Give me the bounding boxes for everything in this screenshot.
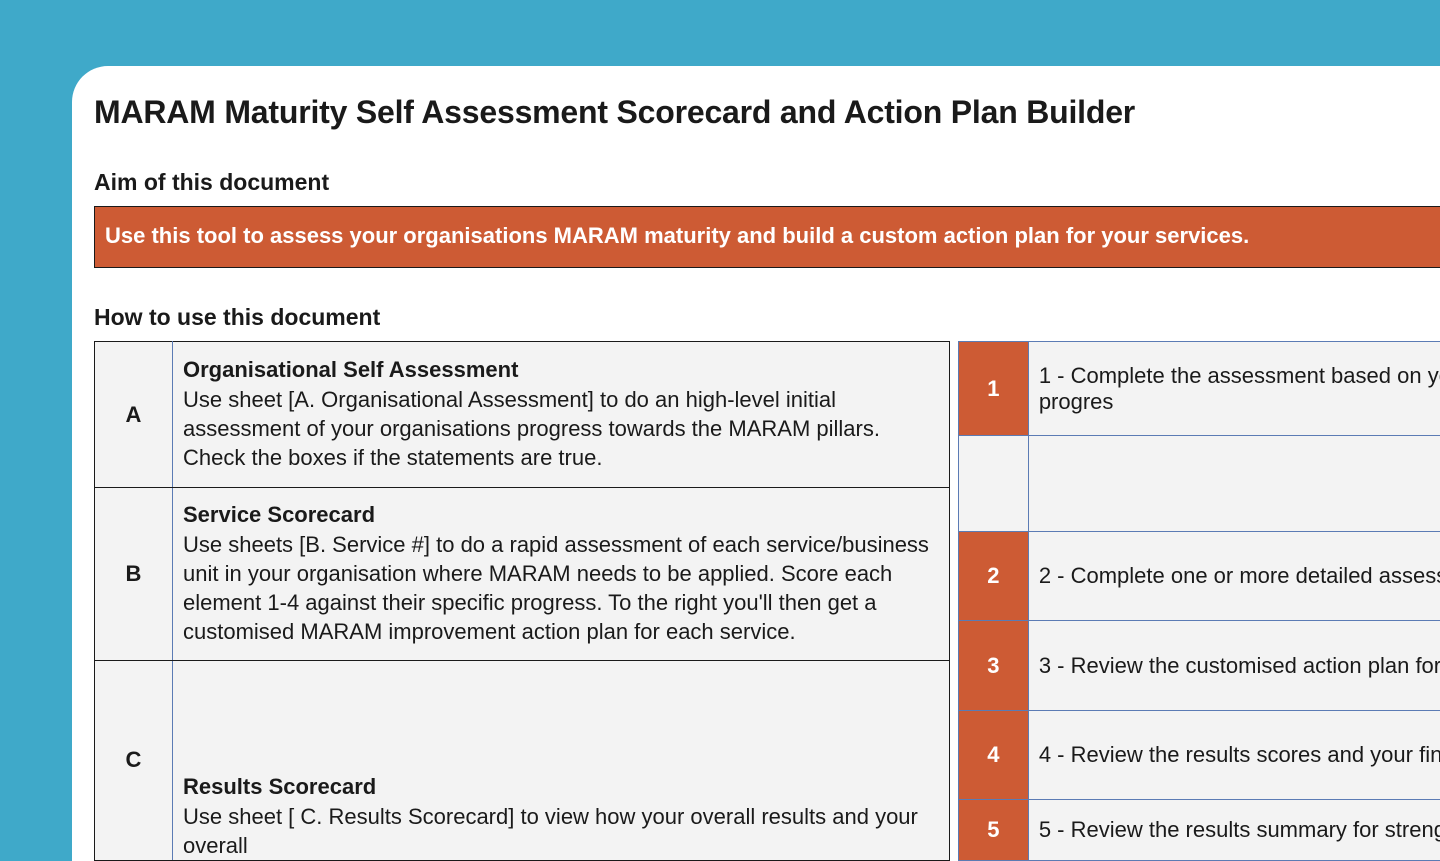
table-row: 5 5 - Review the results summary for str…	[958, 799, 1440, 860]
step-text: 5 - Review the results summary for stren…	[1028, 799, 1440, 860]
section-desc-title: Results Scorecard	[183, 774, 376, 799]
howto-layout: A Organisational Self Assessment Use she…	[94, 341, 1440, 861]
section-desc-body: Use sheet [ C. Results Scorecard] to vie…	[183, 804, 918, 858]
step-number: 4	[958, 710, 1028, 799]
table-row: A Organisational Self Assessment Use she…	[95, 342, 950, 488]
section-desc-body: Use sheets [B. Service #] to do a rapid …	[183, 532, 929, 644]
step-number: 5	[958, 799, 1028, 860]
section-letter: C	[95, 660, 173, 860]
section-letter: A	[95, 342, 173, 488]
section-description: Results Scorecard Use sheet [ C. Results…	[173, 660, 950, 860]
step-text-blank	[1028, 436, 1440, 532]
section-desc-title: Organisational Self Assessment	[183, 357, 518, 382]
step-text: 2 - Complete one or more detailed assess…	[1028, 532, 1440, 621]
step-number: 3	[958, 621, 1028, 710]
section-desc-body: Use sheet [A. Organisational Assessment]…	[183, 387, 880, 470]
section-desc-title: Service Scorecard	[183, 502, 375, 527]
section-description: Organisational Self Assessment Use sheet…	[173, 342, 950, 488]
step-text-line1: 1 - Complete the assessment based on you…	[1039, 363, 1440, 388]
step-number-blank	[958, 436, 1028, 532]
table-row: 4 4 - Review the results scores and your…	[958, 710, 1440, 799]
section-description: Service Scorecard Use sheets [B. Service…	[173, 488, 950, 661]
section-letter: B	[95, 488, 173, 661]
step-text: 1 - Complete the assessment based on you…	[1028, 342, 1440, 436]
step-text-line2: progres	[1039, 389, 1114, 414]
table-row: B Service Scorecard Use sheets [B. Servi…	[95, 488, 950, 661]
sections-table: A Organisational Self Assessment Use she…	[94, 341, 950, 861]
page-title: MARAM Maturity Self Assessment Scorecard…	[94, 94, 1440, 131]
table-row: 1 1 - Complete the assessment based on y…	[958, 342, 1440, 436]
step-number: 2	[958, 532, 1028, 621]
steps-table: 1 1 - Complete the assessment based on y…	[958, 341, 1440, 861]
table-row	[958, 436, 1440, 532]
step-text: 4 - Review the results scores and your f…	[1028, 710, 1440, 799]
table-row: C Results Scorecard Use sheet [ C. Resul…	[95, 660, 950, 860]
howto-heading: How to use this document	[94, 304, 1440, 331]
table-row: 3 3 - Review the customised action plan …	[958, 621, 1440, 710]
table-row: 2 2 - Complete one or more detailed asse…	[958, 532, 1440, 621]
aim-heading: Aim of this document	[94, 169, 1440, 196]
step-text: 3 - Review the customised action plan fo…	[1028, 621, 1440, 710]
document-page: MARAM Maturity Self Assessment Scorecard…	[72, 66, 1440, 861]
step-number: 1	[958, 342, 1028, 436]
table-gap	[950, 341, 958, 861]
aim-banner: Use this tool to assess your organisatio…	[94, 206, 1440, 268]
